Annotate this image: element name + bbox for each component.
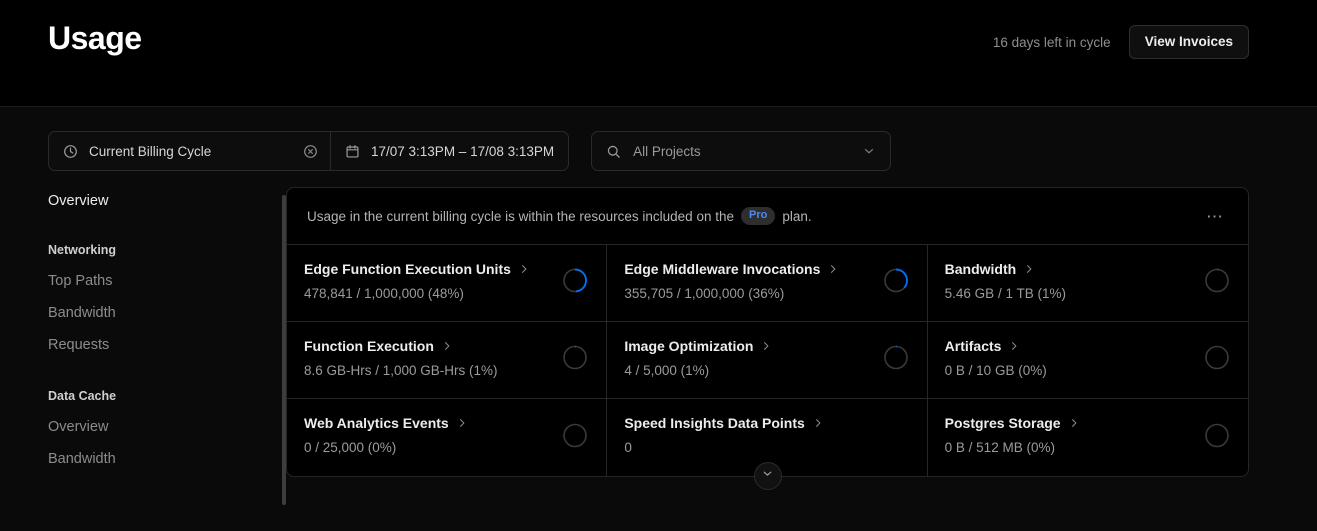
chevron-right-icon (1068, 417, 1080, 429)
usage-card-title: Edge Middleware Invocations (624, 261, 821, 277)
usage-card-title-row: Edge Function Execution Units (304, 261, 588, 278)
usage-notice: Usage in the current billing cycle is wi… (287, 188, 1248, 245)
ellipsis-icon[interactable]: ⋯ (1202, 206, 1228, 227)
usage-card[interactable]: Artifacts 0 B / 10 GB (0%) (927, 322, 1248, 399)
usage-ring-gauge (1204, 345, 1230, 376)
usage-card-title: Function Execution (304, 338, 434, 354)
cycle-remaining-text: 16 days left in cycle (992, 34, 1111, 50)
billing-cycle-label: Current Billing Cycle (89, 143, 212, 159)
page-content: Overview Networking Top Paths Bandwidth … (0, 171, 1317, 509)
usage-card[interactable]: Edge Middleware Invocations 355,705 / 1,0… (607, 245, 928, 322)
billing-cycle-filter-group: Current Billing Cycle 17/07 3:13PM – 17/… (48, 131, 570, 171)
usage-card[interactable]: Postgres Storage 0 B / 512 MB (0%) (928, 399, 1248, 476)
usage-card-title: Bandwidth (944, 261, 1017, 277)
header-actions: 16 days left in cycle View Invoices (992, 25, 1249, 60)
usage-ring-gauge (883, 345, 909, 376)
sidebar-item-overview[interactable]: Overview (48, 187, 270, 215)
usage-card-detail: 4 / 5,000 (1%) (624, 362, 710, 378)
chevron-right-icon (760, 340, 772, 352)
usage-card-title: Artifacts (944, 338, 1002, 354)
usage-card[interactable]: Bandwidth 5.46 GB / 1 TB (1%) (927, 245, 1248, 322)
usage-ring-gauge (562, 268, 588, 299)
usage-card-detail: 478,841 / 1,000,000 (48%) (304, 285, 464, 301)
usage-card-title-row: Edge Middleware Invocations (624, 261, 908, 278)
chevron-down-icon (862, 144, 876, 158)
usage-card-title-row: Image Optimization (624, 338, 908, 355)
usage-card-title: Image Optimization (624, 338, 754, 354)
usage-card-detail: 5.46 GB / 1 TB (1%) (944, 285, 1066, 301)
usage-card-detail: 0 (624, 439, 632, 455)
sidebar-item-top-paths[interactable]: Top Paths (48, 265, 270, 297)
usage-card-title-row: Web Analytics Events (304, 415, 588, 432)
notice-text-before: Usage in the current billing cycle is wi… (307, 208, 734, 224)
sidebar-section-networking: Networking (48, 243, 117, 257)
sidebar-section-data-cache: Data Cache (48, 389, 117, 403)
date-range-label: 17/07 3:13PM – 17/08 3:13PM (371, 143, 555, 159)
chevron-right-icon (518, 263, 530, 275)
usage-card-detail: 8.6 GB-Hrs / 1,000 GB-Hrs (1%) (304, 362, 498, 378)
usage-card-title-row: Speed Insights Data Points (624, 415, 908, 432)
search-icon (606, 144, 621, 159)
usage-card[interactable]: Web Analytics Events 0 / 25,000 (0%) (287, 399, 608, 476)
sidebar-item-requests[interactable]: Requests (48, 329, 270, 361)
usage-card-title: Postgres Storage (944, 415, 1061, 431)
notice-text-after: plan. (782, 208, 812, 224)
usage-card-detail: 0 B / 512 MB (0%) (944, 439, 1055, 455)
usage-ring-gauge (562, 422, 588, 453)
view-invoices-button[interactable]: View Invoices (1128, 25, 1249, 60)
sidebar-item-data-cache-bandwidth[interactable]: Bandwidth (48, 443, 270, 475)
sidebar-item-bandwidth[interactable]: Bandwidth (48, 297, 270, 329)
date-range-filter[interactable]: 17/07 3:13PM – 17/08 3:13PM (331, 132, 568, 170)
usage-card-title-row: Function Execution (304, 338, 588, 355)
page-header: Usage 16 days left in cycle View Invoice… (0, 0, 1317, 107)
calendar-icon (345, 144, 360, 159)
usage-card-title: Web Analytics Events (304, 415, 449, 431)
clock-icon (63, 144, 78, 159)
usage-card[interactable]: Image Optimization 4 / 5,000 (1%) (607, 322, 928, 399)
usage-card-title: Speed Insights Data Points (624, 415, 805, 431)
usage-card-grid: Edge Function Execution Units 478,841 / 1… (287, 245, 1248, 476)
chevron-right-icon (456, 417, 468, 429)
usage-panel: Usage in the current billing cycle is wi… (286, 187, 1249, 490)
filter-bar: Current Billing Cycle 17/07 3:13PM – 17/… (0, 107, 1317, 171)
usage-notice-text: Usage in the current billing cycle is wi… (307, 207, 1202, 225)
clear-circle-icon[interactable] (303, 144, 318, 159)
chevron-right-icon (1008, 340, 1020, 352)
expand-cards-button[interactable] (753, 462, 782, 490)
usage-card-title-row: Artifacts (945, 338, 1230, 355)
usage-ring-gauge (883, 268, 909, 299)
chevron-right-icon (1023, 263, 1035, 275)
billing-cycle-filter[interactable]: Current Billing Cycle (49, 132, 331, 170)
chevron-down-icon (761, 467, 774, 485)
page-title: Usage (48, 20, 142, 56)
usage-ring-gauge (1204, 268, 1230, 299)
plan-badge: Pro (740, 207, 776, 225)
chevron-right-icon (827, 263, 839, 275)
usage-card[interactable]: Edge Function Execution Units 478,841 / 1… (287, 245, 608, 322)
usage-card-title-row: Postgres Storage (945, 415, 1230, 432)
main-content: Usage in the current billing cycle is wi… (286, 187, 1317, 509)
usage-ring-gauge (1204, 422, 1230, 453)
sidebar: Overview Networking Top Paths Bandwidth … (48, 187, 286, 509)
usage-ring-gauge (562, 345, 588, 376)
usage-card-title: Edge Function Execution Units (304, 261, 511, 277)
usage-card[interactable]: Function Execution 8.6 GB-Hrs / 1,000 GB-… (287, 322, 608, 399)
projects-select[interactable]: All Projects (591, 131, 892, 171)
usage-card-detail: 355,705 / 1,000,000 (36%) (624, 285, 785, 301)
usage-card-title-row: Bandwidth (945, 261, 1230, 278)
sidebar-item-data-cache-overview[interactable]: Overview (48, 411, 270, 443)
usage-card-detail: 0 B / 10 GB (0%) (944, 362, 1047, 378)
chevron-right-icon (812, 417, 824, 429)
usage-card-detail: 0 / 25,000 (0%) (304, 439, 397, 455)
chevron-right-icon (441, 340, 453, 352)
projects-select-value: All Projects (633, 143, 701, 159)
